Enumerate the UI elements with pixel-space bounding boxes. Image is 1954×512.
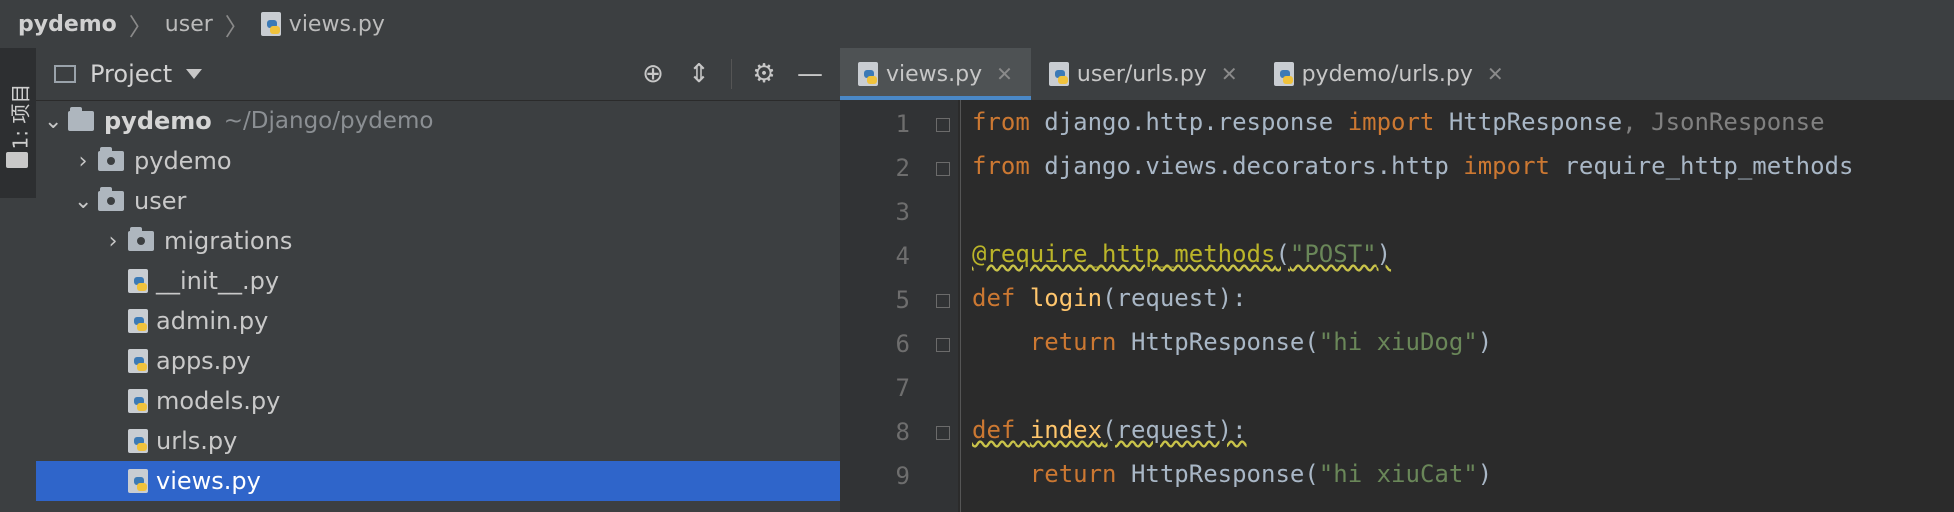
root-folder-label: pydemo <box>104 107 212 135</box>
line-number: 1 <box>895 110 910 138</box>
python-file-icon <box>1273 62 1294 86</box>
fold-marker-icon[interactable] <box>936 118 950 132</box>
root-folder-path: ~/Django/pydemo <box>223 108 434 134</box>
tree-item-init[interactable]: __init__.py <box>36 261 840 301</box>
tree-item-migrations[interactable]: › migrations <box>36 221 840 261</box>
chevron-down-icon[interactable]: ⌄ <box>74 189 92 214</box>
chevron-down-icon[interactable] <box>186 69 203 79</box>
fold-marker-icon[interactable] <box>936 162 950 176</box>
tree-item-label: models.py <box>156 387 281 415</box>
line-number: 9 <box>895 462 910 490</box>
line-number-gutter: 1 2 3 4 5 6 7 8 9 <box>840 100 958 512</box>
left-tool-strip: 1: 项目 <box>0 48 37 512</box>
code-editor[interactable]: from django.http.response import HttpRes… <box>972 100 1952 512</box>
collapse-icon[interactable]: ⇕ <box>681 56 717 92</box>
tab-label: pydemo/urls.py <box>1301 61 1473 87</box>
tree-item-label: __init__.py <box>156 267 280 295</box>
tab-views-py[interactable]: views.py ✕ <box>840 48 1031 100</box>
python-file-icon <box>260 12 281 36</box>
python-file-icon <box>858 62 878 86</box>
gear-icon[interactable]: ⚙ <box>746 56 782 92</box>
tree-item-label: views.py <box>156 467 261 495</box>
target-icon[interactable]: ⊕ <box>635 56 671 92</box>
chevron-right-icon[interactable]: › <box>104 229 122 254</box>
breadcrumb-separator: 〉 <box>224 12 249 41</box>
line-number: 8 <box>895 418 910 446</box>
line-number: 5 <box>895 286 910 314</box>
tab-label: views.py <box>886 61 983 87</box>
gutter-divider <box>960 100 961 512</box>
folder-icon <box>68 107 94 131</box>
code-line: from django.views.decorators.http import… <box>972 152 1854 180</box>
line-number: 3 <box>895 198 910 226</box>
close-icon[interactable]: ✕ <box>996 62 1013 86</box>
python-file-icon <box>128 349 148 373</box>
tree-item-label: pydemo <box>134 147 232 175</box>
tree-item-urls[interactable]: urls.py <box>36 421 840 461</box>
code-line: from django.http.response import HttpRes… <box>972 108 1825 136</box>
tree-item-admin[interactable]: admin.py <box>36 301 840 341</box>
project-panel-header: Project ⊕ ⇕ ⚙ — <box>36 48 840 101</box>
breadcrumb-item-project[interactable]: pydemo <box>18 12 117 37</box>
editor-tabs: views.py ✕ user/urls.py ✕ pydemo/urls.py… <box>840 48 1954 101</box>
project-panel: Project ⊕ ⇕ ⚙ — ⌄ pydemo ~/Django/pydemo… <box>36 48 841 512</box>
tab-label: user/urls.py <box>1076 61 1207 87</box>
line-number: 2 <box>895 154 910 182</box>
close-icon[interactable]: ✕ <box>1487 62 1504 86</box>
header-divider <box>731 59 732 89</box>
tree-item-label: urls.py <box>156 427 238 455</box>
tree-item-label: admin.py <box>156 307 269 335</box>
breadcrumb-item-file[interactable]: views.py <box>260 11 385 37</box>
folder-icon <box>98 147 124 171</box>
tree-root-item[interactable]: ⌄ pydemo ~/Django/pydemo <box>36 101 840 141</box>
tree-item-label: apps.py <box>156 347 251 375</box>
fold-marker-icon[interactable] <box>936 294 950 308</box>
code-line: @require_http_methods("POST") <box>972 240 1392 268</box>
python-file-icon <box>128 309 148 333</box>
code-line: return HttpResponse("hi xiuCat") <box>1029 460 1493 488</box>
code-line: def index(request): <box>972 416 1247 444</box>
fold-marker-icon[interactable] <box>936 426 950 440</box>
tree-item-views[interactable]: views.py <box>36 461 840 501</box>
line-number: 7 <box>895 374 910 402</box>
breadcrumb-item-folder[interactable]: user <box>165 12 213 37</box>
python-file-icon <box>128 269 148 293</box>
chevron-down-icon[interactable]: ⌄ <box>44 109 62 134</box>
editor-area: views.py ✕ user/urls.py ✕ pydemo/urls.py… <box>840 48 1954 512</box>
tab-pydemo-urls-py[interactable]: pydemo/urls.py ✕ <box>1256 48 1522 100</box>
close-icon[interactable]: ✕ <box>1221 62 1238 86</box>
python-file-icon <box>128 469 148 493</box>
project-header-actions: ⊕ ⇕ ⚙ — <box>635 56 828 92</box>
line-number: 4 <box>895 242 910 270</box>
breadcrumb-separator: 〉 <box>128 12 153 41</box>
breadcrumb-file-label: views.py <box>288 11 385 37</box>
project-view-selector[interactable]: Project <box>90 60 172 88</box>
python-file-icon <box>128 429 148 453</box>
folder-icon <box>98 187 124 211</box>
project-view-icon <box>54 65 76 83</box>
minimize-icon[interactable]: — <box>792 56 828 92</box>
line-number: 6 <box>895 330 910 358</box>
navigation-breadcrumb: pydemo 〉 user 〉 views.py <box>0 0 1954 49</box>
project-tool-window-label: 1: 项目 <box>8 83 33 150</box>
tree-item-pydemo[interactable]: › pydemo <box>36 141 840 181</box>
code-line: def login(request): <box>972 284 1247 312</box>
python-file-icon <box>1048 62 1069 86</box>
code-line: return HttpResponse("hi xiuDog") <box>1029 328 1493 356</box>
python-file-icon <box>128 389 148 413</box>
folder-icon <box>128 227 154 251</box>
tree-item-label: migrations <box>164 227 293 255</box>
fold-marker-icon[interactable] <box>936 338 950 352</box>
project-tree: ⌄ pydemo ~/Django/pydemo › pydemo ⌄ user… <box>36 101 840 501</box>
tree-item-models[interactable]: models.py <box>36 381 840 421</box>
tree-item-user[interactable]: ⌄ user <box>36 181 840 221</box>
chevron-right-icon[interactable]: › <box>74 149 92 174</box>
tree-item-apps[interactable]: apps.py <box>36 341 840 381</box>
tab-user-urls-py[interactable]: user/urls.py ✕ <box>1031 48 1256 100</box>
folder-icon <box>6 152 28 168</box>
project-tool-window-tab[interactable]: 1: 项目 <box>0 48 36 198</box>
tree-item-label: user <box>134 187 187 215</box>
